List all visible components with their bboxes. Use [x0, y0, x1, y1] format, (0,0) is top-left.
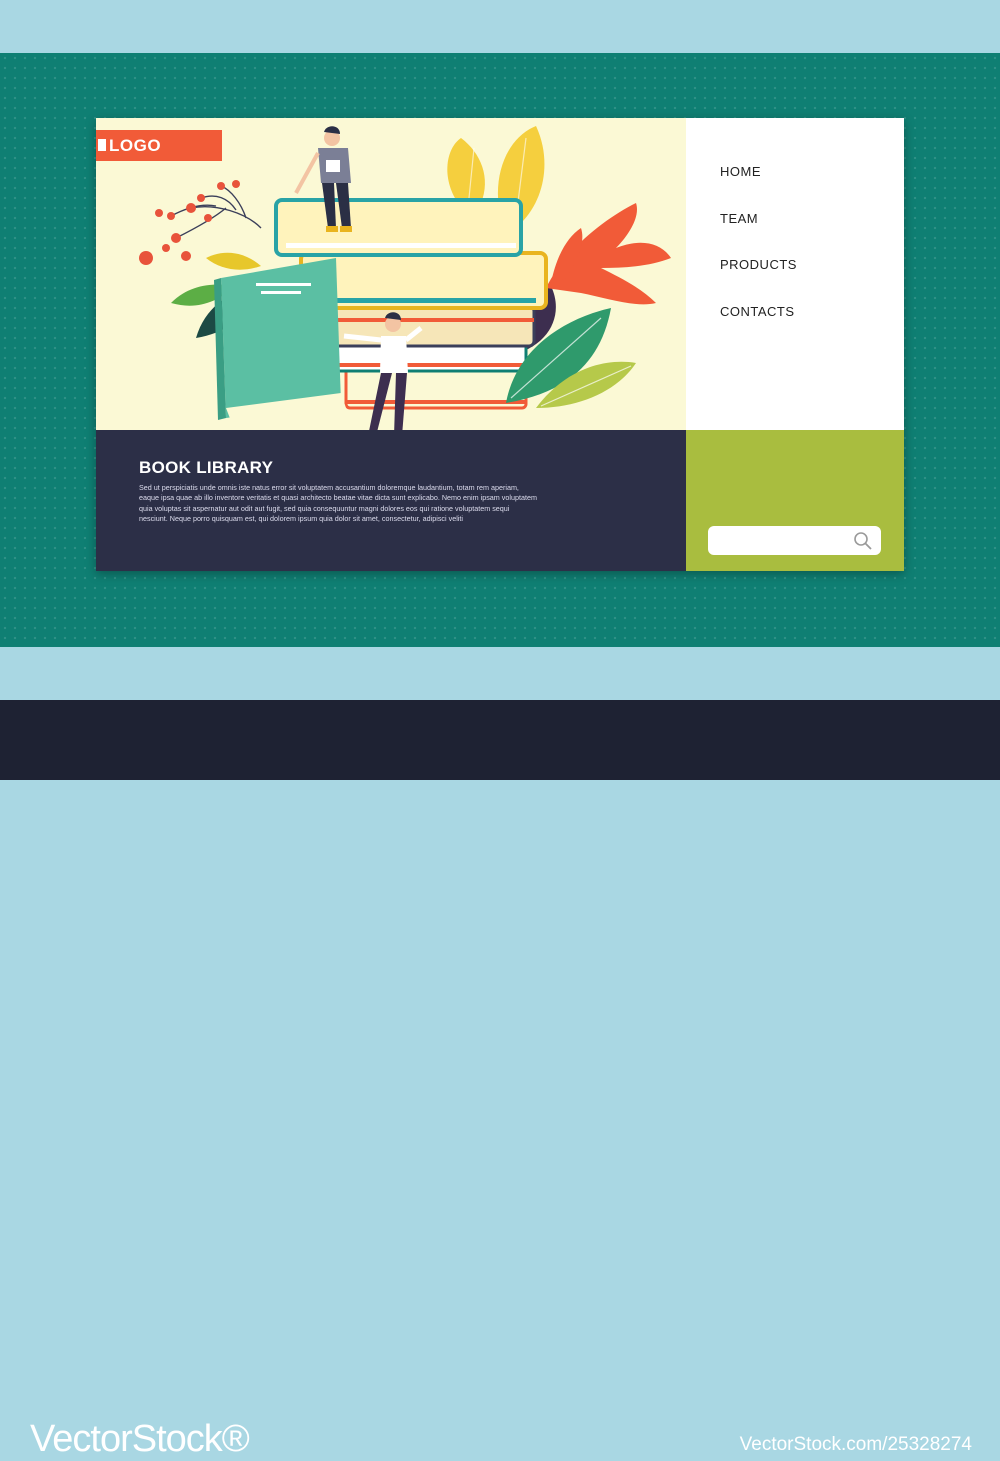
logo-text: LOGO	[109, 136, 162, 155]
landing-page-card: LOGO HOME TEAM PRODUCTS CONTACTS BOOK LI…	[96, 118, 904, 571]
page-description: Sed ut perspiciatis unde omnis iste natu…	[139, 483, 537, 524]
description-section: BOOK LIBRARY Sed ut perspiciatis unde om…	[96, 430, 686, 571]
bottom-band	[0, 647, 1000, 700]
watermark-image-id: VectorStock.com/25328274	[739, 1434, 972, 1455]
hero-section: LOGO	[96, 118, 686, 430]
nav-item-products[interactable]: PRODUCTS	[720, 257, 797, 272]
top-band	[0, 0, 1000, 53]
main-nav: HOME TEAM PRODUCTS CONTACTS	[686, 118, 904, 430]
berry-branch	[170, 185, 262, 239]
watermark-bar: VectorStock® VectorStock.com/25328274	[0, 700, 1000, 1460]
watermark-site: VectorStock®	[30, 1418, 250, 1460]
book-library-illustration	[139, 126, 671, 430]
search-section	[686, 430, 904, 571]
logo[interactable]: LOGO	[96, 130, 222, 161]
orange-fern	[546, 203, 671, 305]
nav-item-home[interactable]: HOME	[720, 164, 761, 179]
teal-book	[214, 258, 346, 421]
search-icon[interactable]	[853, 531, 873, 551]
page-title: BOOK LIBRARY	[139, 458, 274, 477]
logo-mark-icon	[98, 139, 106, 151]
nav-item-contacts[interactable]: CONTACTS	[720, 304, 795, 319]
nav-item-team[interactable]: TEAM	[720, 211, 758, 226]
berries	[139, 180, 240, 265]
small-leaf-yellow	[206, 252, 261, 270]
